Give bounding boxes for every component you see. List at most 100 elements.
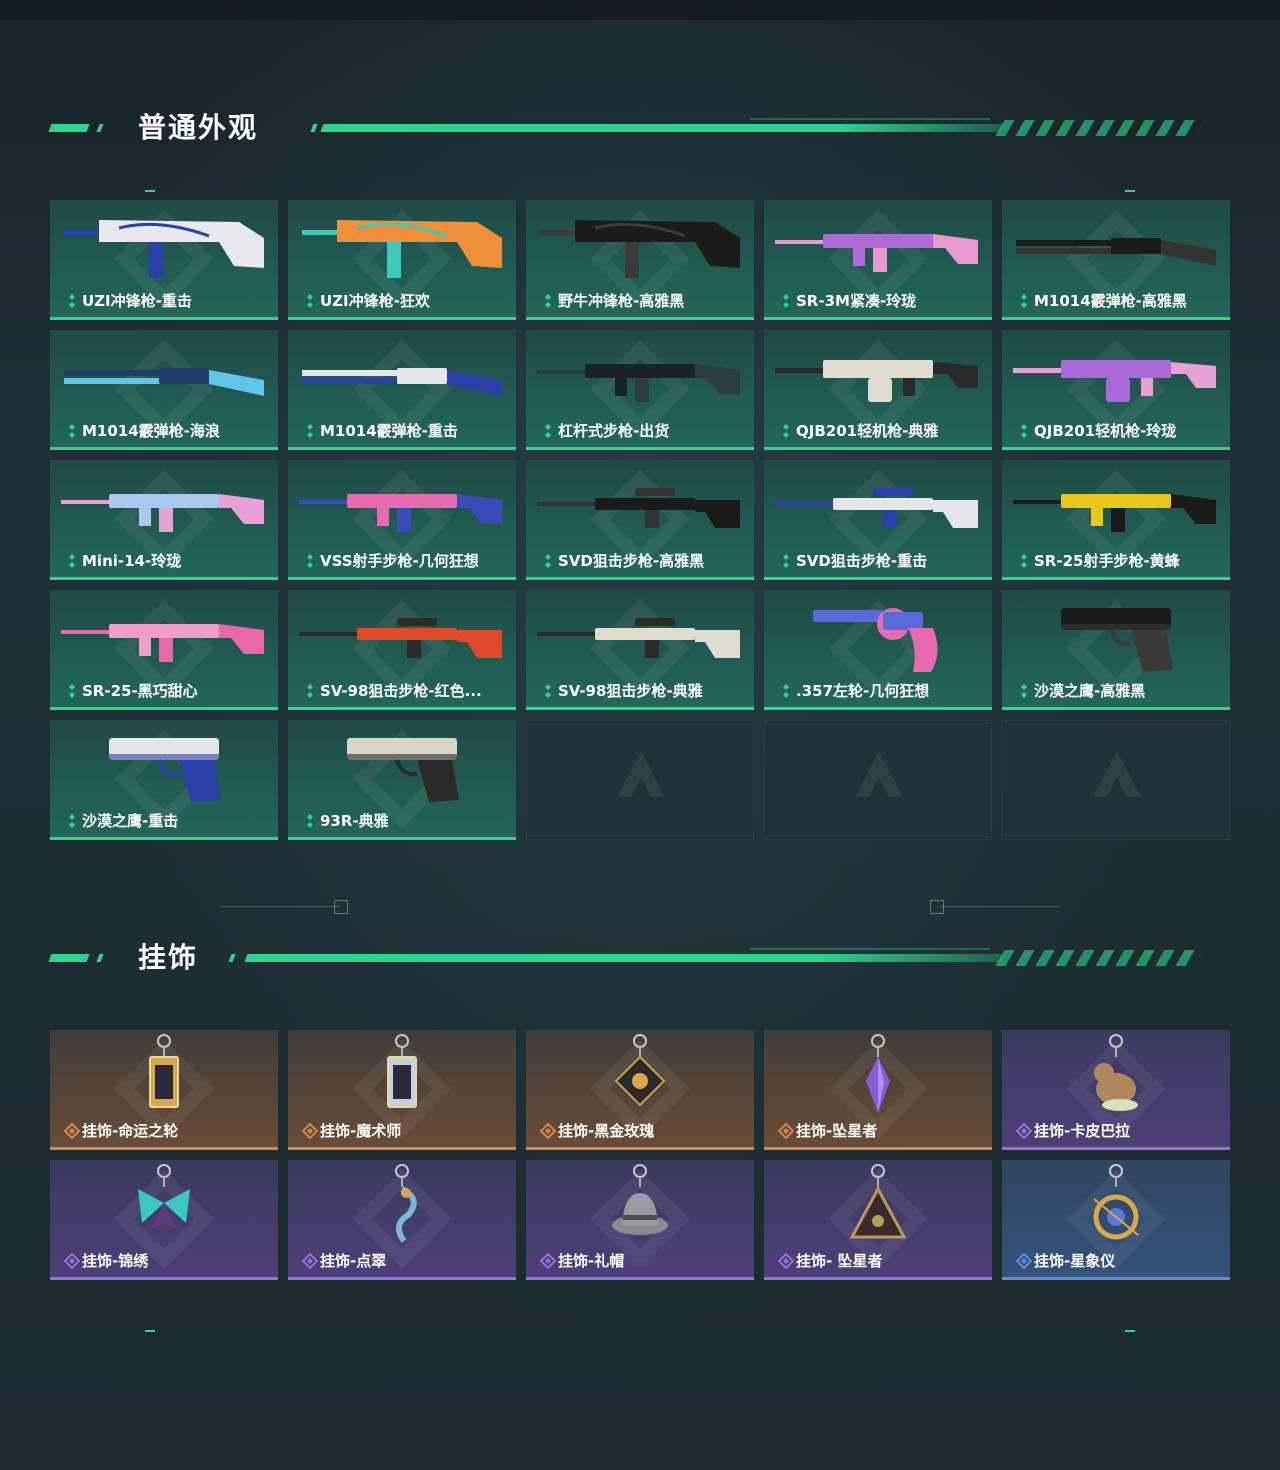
empty-slot: [1002, 720, 1230, 840]
charm-name: 挂饰-魔术师: [320, 1122, 402, 1140]
weapon-skin-card[interactable]: SV-98狙击步枪-红色...: [288, 590, 516, 710]
weapon-skin-card[interactable]: VSS射手步枪-几何狂想: [288, 460, 516, 580]
card-label: 93R-典雅: [302, 810, 389, 831]
charm-card[interactable]: 挂饰-卡皮巴拉: [1002, 1030, 1230, 1150]
smg-icon: [526, 200, 754, 295]
card-label: 挂饰-魔术师: [301, 1120, 402, 1141]
card-label: QJB201轻机枪-玲珑: [1016, 420, 1176, 441]
sniper-icon: [526, 590, 754, 685]
card-label: 挂饰-星象仪: [1015, 1250, 1115, 1271]
weapon-skin-card[interactable]: M1014霰弹枪-海浪: [50, 330, 278, 450]
rose-medallion-icon: [526, 1030, 754, 1125]
card-label: SV-98狙击步枪-典雅: [540, 680, 703, 701]
rarity-diamond-icon: [1016, 553, 1028, 569]
skin-name: SV-98狙击步枪-红色...: [320, 682, 482, 700]
rarity-diamond-icon: [63, 1122, 81, 1139]
rarity-diamond-icon: [64, 553, 76, 569]
rarity-diamond-icon: [302, 813, 314, 829]
weapon-skin-card[interactable]: SR-3M紧凑-玲珑: [764, 200, 992, 320]
rarity-diamond-icon: [301, 1122, 319, 1139]
weapon-skin-card[interactable]: 沙漠之鹰-高雅黑: [1002, 590, 1230, 710]
skin-name: 沙漠之鹰-高雅黑: [1034, 682, 1146, 700]
charm-card[interactable]: 挂饰-礼帽: [526, 1160, 754, 1280]
divider-line: [940, 906, 1060, 907]
weapon-skin-card[interactable]: .357左轮-几何狂想: [764, 590, 992, 710]
crystal-icon: [764, 1030, 992, 1125]
weapon-skin-card[interactable]: QJB201轻机枪-典雅: [764, 330, 992, 450]
capybara-icon: [1002, 1030, 1230, 1125]
header-checker: [995, 120, 1205, 136]
header-line-thin: [750, 118, 990, 120]
rarity-diamond-icon: [1015, 1122, 1033, 1139]
weapon-skin-card[interactable]: SV-98狙击步枪-典雅: [526, 590, 754, 710]
lmg-icon: [1002, 330, 1230, 425]
shotgun-icon: [50, 330, 278, 425]
charm-name: 挂饰-点翠: [320, 1252, 387, 1270]
butterfly-icon: [50, 1160, 278, 1255]
sniper-icon: [526, 460, 754, 555]
rarity-diamond-icon: [777, 1122, 795, 1139]
weapon-skin-card[interactable]: SVD狙击步枪-重击: [764, 460, 992, 580]
header-accent: [96, 124, 104, 132]
weapon-skin-card[interactable]: QJB201轻机枪-玲珑: [1002, 330, 1230, 450]
charm-card[interactable]: 挂饰-锦绣: [50, 1160, 278, 1280]
charm-card[interactable]: 挂饰-魔术师: [288, 1030, 516, 1150]
weapon-skin-card[interactable]: M1014霰弹枪-高雅黑: [1002, 200, 1230, 320]
card-label: SR-3M紧凑-玲珑: [778, 290, 916, 311]
skin-name: M1014霰弹枪-高雅黑: [1034, 292, 1187, 310]
rarity-diamond-icon: [64, 813, 76, 829]
top-strip: [0, 0, 1280, 20]
weapon-skin-card[interactable]: Mini-14-玲珑: [50, 460, 278, 580]
skin-name: 93R-典雅: [320, 812, 389, 830]
charm-card[interactable]: 挂饰- 坠星者: [764, 1160, 992, 1280]
card-label: Mini-14-玲珑: [64, 550, 181, 571]
rifle-icon: [288, 460, 516, 555]
shotgun-icon: [288, 330, 516, 425]
card-label: 挂饰-锦绣: [63, 1250, 148, 1271]
card-label: 挂饰- 坠星者: [777, 1250, 883, 1271]
charm-card[interactable]: 挂饰-点翠: [288, 1160, 516, 1280]
rarity-diamond-icon: [540, 553, 552, 569]
card-label: M1014霰弹枪-高雅黑: [1016, 290, 1187, 311]
skin-name: 杠杆式步枪-出货: [558, 422, 670, 440]
rarity-diamond-icon: [302, 683, 314, 699]
header-accent: [48, 124, 90, 132]
rifle-icon: [526, 330, 754, 425]
section-title: 普通外观: [138, 111, 259, 144]
section-title: 挂饰: [138, 941, 199, 974]
charm-card[interactable]: 挂饰-黑金玫瑰: [526, 1030, 754, 1150]
hat-icon: [526, 1160, 754, 1255]
weapon-skin-card[interactable]: 93R-典雅: [288, 720, 516, 840]
corner-tick: [145, 190, 155, 192]
weapon-skin-card[interactable]: 杠杆式步枪-出货: [526, 330, 754, 450]
rarity-diamond-icon: [777, 1252, 795, 1269]
divider-line: [220, 906, 340, 907]
card-label: .357左轮-几何狂想: [778, 680, 929, 701]
weapon-skin-card[interactable]: SR-25-黑巧甜心: [50, 590, 278, 710]
placeholder-logo-icon: [849, 745, 909, 805]
charm-card[interactable]: 挂饰-命运之轮: [50, 1030, 278, 1150]
weapon-skin-card[interactable]: 沙漠之鹰-重击: [50, 720, 278, 840]
section-header-charms: 挂饰: [48, 940, 1230, 980]
weapon-skin-card[interactable]: UZI冲锋枪-狂欢: [288, 200, 516, 320]
charm-name: 挂饰- 坠星者: [796, 1252, 883, 1270]
weapon-skin-card[interactable]: SVD狙击步枪-高雅黑: [526, 460, 754, 580]
skin-name: M1014霰弹枪-海浪: [82, 422, 220, 440]
charm-card[interactable]: 挂饰-星象仪: [1002, 1160, 1230, 1280]
rifle-icon: [764, 200, 992, 295]
weapon-skin-card[interactable]: UZI冲锋枪-重击: [50, 200, 278, 320]
card-label: 挂饰-卡皮巴拉: [1015, 1120, 1130, 1141]
skin-name: UZI冲锋枪-重击: [82, 292, 192, 310]
corner-tick: [145, 1330, 155, 1332]
rarity-diamond-icon: [302, 423, 314, 439]
card-label: SR-25-黑巧甜心: [64, 680, 198, 701]
weapon-skin-card[interactable]: M1014霰弹枪-重击: [288, 330, 516, 450]
rarity-diamond-icon: [301, 1252, 319, 1269]
weapon-skin-card[interactable]: 野牛冲锋枪-高雅黑: [526, 200, 754, 320]
rarity-diamond-icon: [1016, 293, 1028, 309]
charm-card[interactable]: 挂饰-坠星者: [764, 1030, 992, 1150]
card-label: QJB201轻机枪-典雅: [778, 420, 938, 441]
charm-name: 挂饰-礼帽: [558, 1252, 625, 1270]
weapon-skin-card[interactable]: SR-25射手步枪-黄蜂: [1002, 460, 1230, 580]
rarity-diamond-icon: [540, 293, 552, 309]
